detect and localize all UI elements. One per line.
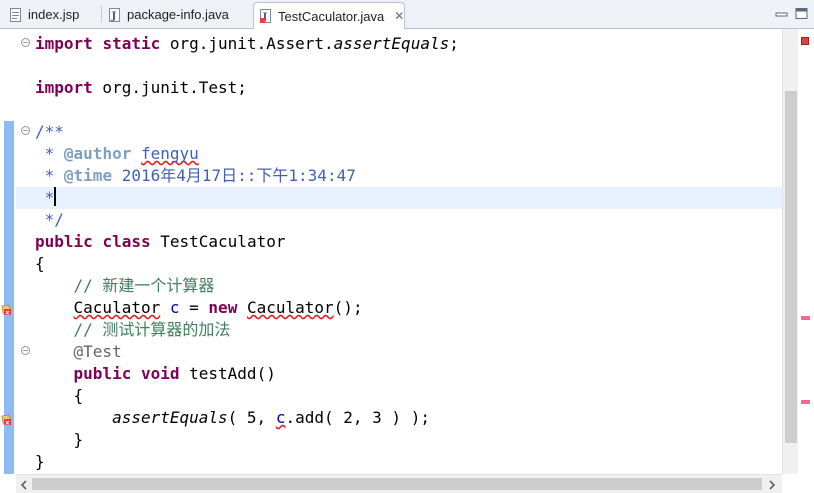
code-line: }	[35, 452, 45, 471]
svg-text:J: J	[111, 11, 117, 22]
tab-package-info-java[interactable]: J package-info.java	[103, 2, 249, 27]
vertical-scrollbar[interactable]	[782, 29, 798, 474]
current-code-line: *	[16, 187, 782, 209]
code-line: {	[73, 386, 84, 405]
code-line: }	[73, 430, 84, 449]
fold-toggle-icon[interactable]: −	[21, 346, 30, 355]
fold-toggle-icon[interactable]: −	[21, 126, 30, 135]
error-overview-mark[interactable]	[801, 400, 810, 404]
scroll-right-arrow-icon[interactable]	[768, 480, 776, 490]
code-line: * @time 2016年4月17日::下午1:34:47	[35, 166, 356, 185]
code-line: */	[35, 210, 64, 229]
code-line: // 测试计算器的加法	[73, 320, 231, 339]
code-line: Caculator c = new Caculator();	[73, 298, 363, 317]
code-line: − /**	[21, 122, 64, 141]
tab-label: index.jsp	[28, 7, 80, 22]
tab-testcaculator-java[interactable]: J TestCaculator.java ✕	[253, 2, 405, 29]
code-line: {	[35, 254, 45, 273]
java-code-editor[interactable]: − import static org.junit.Assert.assertE…	[16, 29, 782, 474]
java-file-icon: J	[109, 7, 121, 22]
code-line: − @Test	[21, 342, 122, 361]
code-line: // 新建一个计算器	[73, 276, 215, 295]
minimize-icon[interactable]	[774, 6, 790, 20]
tab-separator	[101, 5, 102, 23]
code-line: * @author fengyu	[35, 144, 199, 163]
horizontal-scrollbar[interactable]	[16, 474, 782, 493]
overview-ruler[interactable]	[798, 29, 814, 493]
code-line: public class TestCaculator	[35, 232, 286, 251]
jsp-file-icon	[10, 7, 22, 22]
tab-label: TestCaculator.java	[278, 8, 385, 24]
code-line: assertEquals( 5, c.add( 2, 3 ) );	[112, 408, 430, 427]
code-line: public void testAdd()	[73, 364, 276, 383]
java-class-file-icon: J	[260, 9, 272, 23]
tab-index-jsp[interactable]: index.jsp	[4, 2, 100, 27]
svg-text:x: x	[6, 420, 10, 427]
vertical-scroll-thumb[interactable]	[785, 91, 797, 443]
scroll-left-arrow-icon[interactable]	[20, 480, 28, 490]
fold-toggle-icon[interactable]: −	[21, 38, 30, 47]
maximize-icon[interactable]	[794, 6, 810, 20]
code-line: import org.junit.Test;	[35, 78, 247, 97]
error-marker-icon[interactable]: x	[1, 301, 13, 317]
error-summary-icon[interactable]	[801, 37, 809, 45]
tab-label: package-info.java	[127, 7, 229, 22]
error-overview-mark[interactable]	[801, 316, 810, 320]
code-line: − import static org.junit.Assert.assertE…	[21, 34, 459, 53]
error-marker-icon[interactable]: x	[1, 411, 13, 427]
text-caret	[54, 187, 57, 206]
editor-tab-bar: index.jsp J package-info.java J TestCacu…	[0, 0, 814, 29]
horizontal-scroll-thumb[interactable]	[32, 478, 762, 490]
left-vertical-ruler: x x	[0, 29, 16, 493]
close-icon[interactable]: ✕	[394, 9, 404, 23]
svg-text:x: x	[6, 310, 10, 317]
